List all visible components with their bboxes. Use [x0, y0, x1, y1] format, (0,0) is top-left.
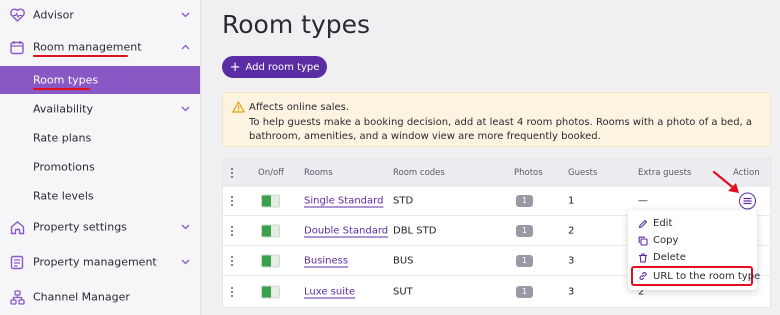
- sidebar-subitem-rate-levels[interactable]: Rate levels: [0, 182, 200, 210]
- menu-item-delete[interactable]: Delete: [628, 249, 757, 266]
- room-code: BUS: [393, 255, 414, 267]
- onoff-toggle[interactable]: [261, 224, 280, 238]
- header-onoff: On/off: [258, 168, 284, 178]
- network-icon: [9, 289, 25, 305]
- sidebar-item-property-settings[interactable]: Property settings: [0, 212, 200, 242]
- menu-lines-icon: [743, 197, 752, 205]
- sidebar-item-label: Channel Manager: [33, 290, 130, 304]
- drag-handle-icon[interactable]: [230, 255, 234, 267]
- annotation-underline: [33, 88, 90, 90]
- link-icon: [637, 271, 648, 282]
- chevron-down-icon: [180, 257, 190, 267]
- onoff-toggle[interactable]: [261, 254, 280, 268]
- plus-icon: +: [229, 59, 241, 75]
- menu-item-label: URL to the room type: [653, 270, 761, 282]
- guests-value: 2: [568, 225, 575, 237]
- sidebar-item-label: Property settings: [33, 220, 127, 234]
- room-name-link[interactable]: Single Standard: [304, 196, 383, 207]
- header-guests: Guests: [568, 168, 598, 178]
- drag-handle-icon[interactable]: [230, 195, 234, 207]
- header-extra-guests: Extra guests: [638, 168, 692, 178]
- guests-value: 1: [568, 195, 575, 207]
- heart-pulse-icon: [9, 7, 25, 23]
- photos-badge: 1: [516, 225, 533, 237]
- room-name-link[interactable]: Business: [304, 256, 348, 267]
- sidebar: Advisor Room management Room types Avail…: [0, 0, 201, 315]
- room-code: DBL STD: [393, 225, 437, 237]
- row-actions-menu: Edit Copy Delete URL to the room type: [628, 210, 760, 290]
- sidebar-item-room-management[interactable]: Room management: [0, 32, 200, 62]
- house-icon: [9, 219, 25, 235]
- sidebar-item-property-management[interactable]: Property management: [0, 247, 200, 277]
- annotation-arrow-icon: [712, 170, 739, 193]
- sidebar-item-label: Room management: [33, 40, 142, 54]
- alert-title: Affects online sales.: [249, 102, 350, 113]
- menu-item-label: Copy: [653, 235, 679, 246]
- page-title: Room types: [222, 10, 371, 39]
- menu-item-edit[interactable]: Edit: [628, 215, 757, 232]
- menu-item-url[interactable]: URL to the room type: [631, 266, 760, 286]
- add-room-type-button[interactable]: + Add room type: [222, 56, 327, 78]
- sidebar-subitem-label: Availability: [33, 102, 93, 116]
- sidebar-item-label: Property management: [33, 255, 157, 269]
- add-room-type-label: Add room type: [245, 61, 320, 73]
- drag-handle-icon[interactable]: [230, 225, 234, 237]
- sidebar-subitem-label: Rate levels: [33, 189, 94, 203]
- sidebar-item-advisor[interactable]: Advisor: [0, 0, 200, 30]
- sidebar-subitem-room-types[interactable]: Room types: [0, 66, 200, 94]
- sidebar-item-label: Advisor: [33, 8, 74, 22]
- chevron-down-icon: [180, 104, 190, 114]
- onoff-toggle[interactable]: [261, 194, 280, 208]
- chevron-down-icon: [180, 10, 190, 20]
- header-photos: Photos: [514, 168, 543, 178]
- extra-guests-value: —: [638, 195, 648, 207]
- onoff-toggle[interactable]: [261, 285, 280, 298]
- sidebar-subitem-availability[interactable]: Availability: [0, 95, 200, 123]
- menu-item-copy[interactable]: Copy: [628, 232, 757, 249]
- menu-item-label: Edit: [653, 218, 673, 229]
- guests-value: 3: [568, 286, 575, 297]
- copy-icon: [637, 235, 648, 246]
- header-room-codes: Room codes: [393, 168, 445, 178]
- photos-badge: 1: [516, 195, 533, 207]
- drag-handle-icon: [230, 167, 234, 179]
- photos-badge: 1: [516, 255, 533, 267]
- alert-body: To help guests make a booking decision, …: [249, 117, 753, 142]
- annotation-underline: [33, 55, 128, 57]
- document-icon: [9, 254, 25, 270]
- sidebar-subitem-label: Promotions: [33, 160, 95, 174]
- chevron-down-icon: [180, 222, 190, 232]
- room-code: STD: [393, 195, 414, 207]
- photos-badge: 1: [516, 285, 533, 298]
- warning-icon: [232, 101, 245, 113]
- sidebar-subitem-label: Rate plans: [33, 131, 92, 145]
- sidebar-subitem-promotions[interactable]: Promotions: [0, 153, 200, 181]
- table-header: On/off Rooms Room codes Photos Guests Ex…: [223, 159, 770, 187]
- sidebar-subitem-rate-plans[interactable]: Rate plans: [0, 124, 200, 152]
- menu-item-label: Delete: [653, 252, 686, 263]
- room-name-link[interactable]: Luxe suite: [304, 286, 355, 297]
- guests-value: 3: [568, 255, 575, 267]
- calendar-icon: [9, 39, 25, 55]
- drag-handle-icon[interactable]: [230, 286, 234, 297]
- room-code: SUT: [393, 286, 413, 297]
- pencil-icon: [637, 218, 648, 229]
- sidebar-subitem-label: Room types: [33, 73, 99, 87]
- trash-icon: [637, 252, 648, 263]
- info-alert: Affects online sales. To help guests mak…: [222, 92, 771, 147]
- room-name-link[interactable]: Double Standard: [304, 226, 388, 237]
- sidebar-item-channel-manager[interactable]: Channel Manager: [0, 282, 200, 312]
- chevron-up-icon: [180, 42, 190, 52]
- header-rooms: Rooms: [304, 168, 333, 178]
